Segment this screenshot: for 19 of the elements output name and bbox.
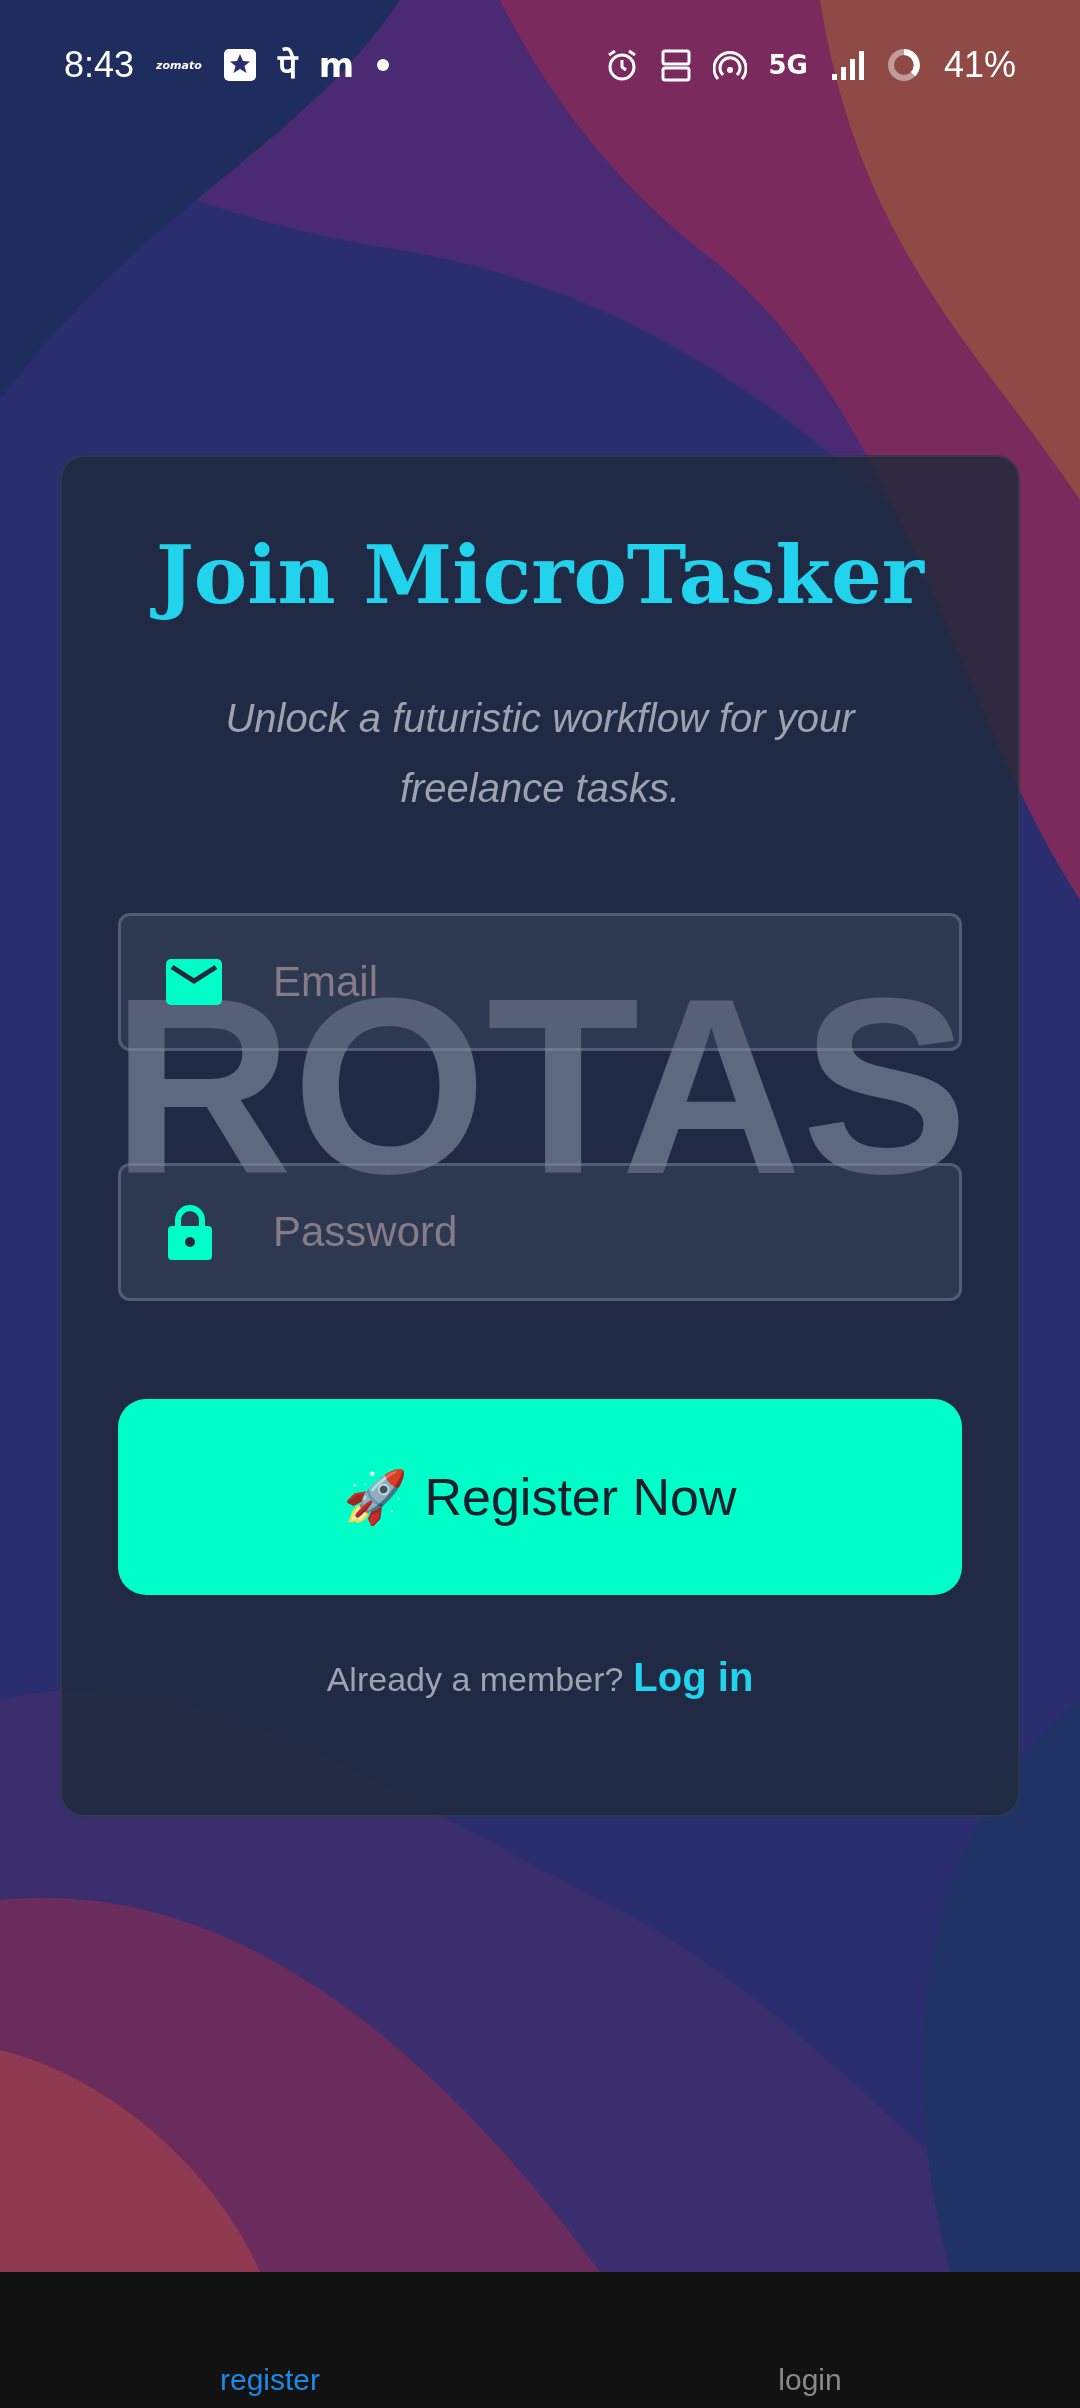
register-button[interactable]: 🚀 Register Now — [118, 1399, 962, 1595]
card-title: Join MicroTasker — [144, 519, 936, 631]
lock-icon — [166, 1204, 214, 1260]
star-app-icon — [223, 49, 256, 81]
dot-icon — [376, 58, 391, 72]
hotspot-icon — [712, 48, 747, 82]
network-label: 5G — [768, 50, 808, 80]
status-time: 8:43 — [64, 44, 135, 86]
signal-icon — [829, 48, 864, 82]
battery-ring-icon — [885, 47, 922, 83]
login-prompt: Already a member? — [326, 1660, 624, 1699]
bottom-tab[interactable]: login — [540, 2362, 1080, 2398]
battery-percent: 41% — [943, 44, 1016, 86]
app-label: पे — [277, 45, 297, 88]
app-label: zomato — [156, 58, 202, 72]
login-link[interactable]: Log in — [633, 1655, 754, 1700]
card-subtitle: Unlock a futuristic workflow for your freelance tasks. — [224, 695, 857, 812]
bottom-tab[interactable]: register — [0, 2362, 540, 2398]
app-label: m — [318, 45, 355, 85]
